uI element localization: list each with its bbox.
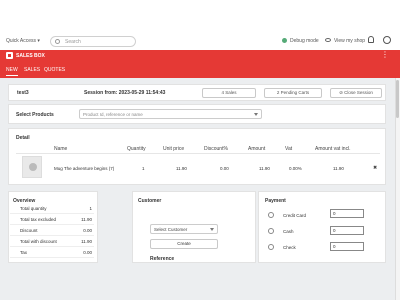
eye-icon: [325, 38, 331, 42]
column-header-discount: Discount%: [204, 146, 228, 152]
bell-icon[interactable]: [368, 36, 374, 43]
search-input[interactable]: Search: [50, 36, 136, 47]
sales-button[interactable]: 4 Sales: [202, 88, 256, 98]
row-amount-vat: 11.90: [333, 166, 344, 171]
select-products-card: Select Products Product Id, reference or…: [8, 104, 386, 124]
tab-sales[interactable]: SALES: [24, 67, 40, 73]
row-name: Mug The adventure begins (7): [54, 166, 115, 171]
overview-value: 0.00: [83, 228, 92, 233]
app-header: SALES BOX ⋮: [0, 50, 400, 62]
pending-carts-button[interactable]: 2 Pending Carts: [264, 88, 322, 98]
column-header-amount-vat: Amount vat incl.: [315, 146, 351, 152]
chevron-down-icon: [210, 228, 214, 231]
overview-row: Total tax excluded 11.90: [10, 214, 94, 225]
customer-select[interactable]: Select Customer: [150, 224, 218, 234]
scrollbar-thumb[interactable]: [396, 80, 399, 118]
search-icon: [55, 39, 60, 44]
payment-label-cash: Cash: [283, 229, 294, 234]
view-shop-link[interactable]: View my shop: [325, 38, 365, 44]
payment-input-cash[interactable]: 0: [330, 226, 364, 235]
overview-row: Tax 0.00: [10, 247, 94, 258]
payment-card: Payment: [258, 191, 386, 263]
session-info: Session from: 2023-05-29 11:54:43: [84, 90, 166, 96]
top-bar: Quick Access ▾ Search Debug mode View my…: [0, 33, 400, 50]
overview-row: Total quantity 1: [10, 203, 94, 214]
payment-label-credit-card: Credit Card: [283, 213, 307, 218]
debug-mode-link[interactable]: Debug mode: [282, 38, 319, 44]
product-thumbnail: [22, 156, 42, 178]
tab-quotes[interactable]: QUOTES: [44, 67, 65, 73]
payment-label-check: Check: [283, 245, 296, 250]
user-icon[interactable]: [383, 36, 391, 44]
row-vat: 0.00%: [289, 166, 302, 171]
remove-item-icon[interactable]: ✖: [373, 165, 377, 171]
overview-label: Total with discount: [20, 239, 57, 244]
row-discount[interactable]: 0.00: [220, 166, 229, 171]
app-title: SALES BOX: [16, 53, 45, 59]
column-header-vat: Vat: [285, 146, 293, 152]
overview-value: 1: [89, 206, 92, 211]
payment-radio-cash[interactable]: [268, 228, 274, 234]
overview-value: 11.90: [81, 239, 92, 244]
column-header-name: Name: [54, 146, 68, 152]
detail-card: Detail: [8, 128, 386, 185]
overview-label: Discount: [20, 228, 38, 233]
tab-bar: NEW SALES QUOTES: [0, 62, 400, 78]
product-search-placeholder: Product Id, reference or name: [83, 112, 143, 117]
overview-label: Total tax excluded: [20, 217, 57, 222]
more-options-icon[interactable]: ⋮: [381, 51, 389, 59]
close-session-label: Close Session: [344, 90, 373, 95]
session-card: test3 Session from: 2023-05-29 11:54:43 …: [8, 84, 386, 101]
product-search-select[interactable]: Product Id, reference or name: [79, 109, 262, 119]
overview-label: Total quantity: [20, 206, 47, 211]
overview-label: Tax: [20, 250, 28, 255]
select-products-label: Select Products: [16, 112, 54, 118]
create-customer-button[interactable]: Create: [150, 239, 218, 249]
row-amount: 11.90: [259, 166, 270, 171]
column-header-quantity: Quantity: [127, 146, 146, 152]
view-shop-label: View my shop: [334, 38, 366, 44]
payment-title: Payment: [265, 198, 286, 204]
cart-name: test3: [17, 90, 29, 96]
row-unit-price[interactable]: 11.90: [176, 166, 187, 171]
customer-card: Customer Select Customer Create Referenc…: [132, 191, 256, 263]
overview-value: 11.90: [81, 217, 92, 222]
reference-label: Reference: [150, 256, 175, 262]
customer-title: Customer: [138, 198, 162, 204]
quick-access-menu[interactable]: Quick Access ▾: [6, 38, 40, 44]
customer-select-label: Select Customer: [154, 227, 188, 232]
debug-mode-label: Debug mode: [290, 38, 319, 44]
debug-icon: [282, 38, 287, 43]
overview-row: Total with discount 11.90: [10, 236, 94, 247]
payment-radio-credit-card[interactable]: [268, 212, 274, 218]
column-header-unit-price: Unit price: [163, 146, 185, 152]
row-quantity[interactable]: 1: [142, 166, 145, 171]
payment-radio-check[interactable]: [268, 244, 274, 250]
payment-input-check[interactable]: 0: [330, 242, 364, 251]
search-placeholder: Search: [65, 39, 81, 45]
sales-box-logo-icon: [6, 52, 13, 59]
tab-new[interactable]: NEW: [6, 67, 18, 76]
chevron-down-icon: [254, 113, 258, 116]
overview-row: Discount 0.00: [10, 225, 94, 236]
detail-title: Detail: [16, 135, 30, 141]
close-session-button[interactable]: ⊘ Close Session: [330, 88, 382, 98]
column-header-amount: Amount: [248, 146, 266, 152]
payment-input-credit-card[interactable]: 0: [330, 209, 364, 218]
table-divider: [16, 153, 380, 154]
overview-value: 0.00: [83, 250, 92, 255]
